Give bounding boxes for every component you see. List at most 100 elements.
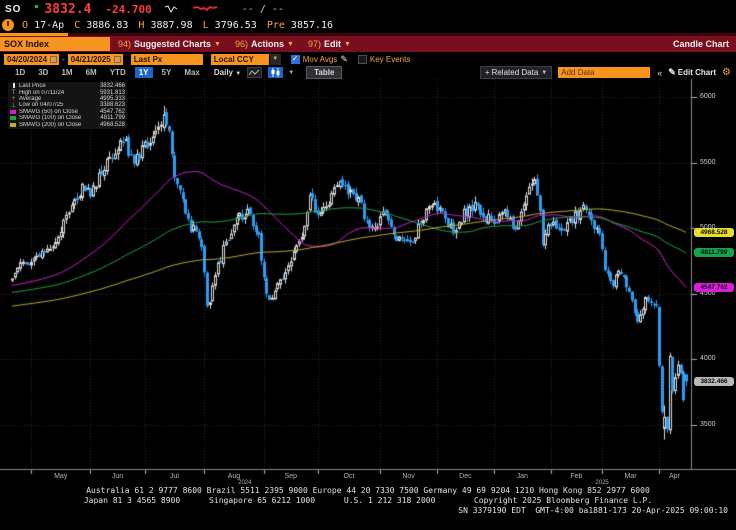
footer-contact-line: Australia 61 2 9777 8600 Brazil 5511 239… xyxy=(0,486,736,495)
period-tabs: 1D 3D 1M 6M YTD 1Y 5Y Max xyxy=(6,67,204,78)
ohlc-item: H 3887.98 xyxy=(138,20,192,31)
last-price: 3832.4 xyxy=(44,2,91,17)
mov-avgs-label: Mov Avgs xyxy=(303,55,338,64)
currency-field[interactable]: Local CCY xyxy=(211,54,269,65)
date-from-value: 04/20/2024 xyxy=(7,54,47,65)
function-menubar: SOX Index 94)Suggested Charts▼ 96)Actions… xyxy=(0,36,736,52)
period-tab-6m[interactable]: 6M xyxy=(82,67,101,78)
security-input[interactable]: SOX Index xyxy=(0,37,110,51)
mini-sparkline-red-icon xyxy=(192,1,218,19)
edit-mov-avgs-icon[interactable]: ✎ xyxy=(340,54,348,65)
ohlc-item: L 3796.53 xyxy=(203,20,257,31)
period-tab-3d[interactable]: 3D xyxy=(34,67,52,78)
key-events-checkbox[interactable] xyxy=(358,55,367,64)
menu-item-actions[interactable]: 96)Actions▼ xyxy=(235,39,294,49)
menu-item-suggested-charts[interactable]: 94)Suggested Charts▼ xyxy=(118,39,221,49)
currency-value: Local CCY xyxy=(214,54,254,65)
ohlc-values: O 17-Ap C 3886.83 H 3887.98 L 3796.53 Pre 38… xyxy=(22,20,343,31)
menu-item-edit[interactable]: 97)Edit▼ xyxy=(308,39,351,49)
y-axis-tick-label: 4000 xyxy=(700,355,716,362)
ticker-row-ohlc: O 17-Ap C 3886.83 H 3887.98 L 3796.53 Pre 38… xyxy=(2,18,343,32)
period-tab-1m[interactable]: 1M xyxy=(57,67,76,78)
price-axis-label: 4547.762 xyxy=(694,283,734,292)
period-tab-1d[interactable]: 1D xyxy=(11,67,29,78)
period-tab-5y[interactable]: 5Y xyxy=(158,67,176,78)
date-to-field[interactable]: 04/21/2025 xyxy=(68,54,123,65)
x-axis-month-label: Dec xyxy=(459,473,471,480)
terminal-footer: Australia 61 2 9777 8600 Brazil 5511 239… xyxy=(0,484,736,530)
frequency-dropdown[interactable]: Daily ▼ xyxy=(214,68,241,77)
footer-copyright-line: Japan 81 3 4565 8900 Singapore 65 6212 1… xyxy=(0,496,736,505)
candle-chart-canvas[interactable] xyxy=(0,79,736,484)
price-axis-label: 4968.528 xyxy=(694,228,734,237)
ohlc-item: C 3886.83 xyxy=(74,20,128,31)
collapse-button[interactable]: « xyxy=(657,68,662,78)
edit-chart-button[interactable]: ✎Edit Chart xyxy=(668,67,716,78)
price-axis-label: 4811.799 xyxy=(694,248,734,257)
plus-icon: + xyxy=(485,68,490,77)
price-axis-label: 3832.466 xyxy=(694,377,734,386)
chart-type-label: Candle Chart xyxy=(673,36,729,52)
add-data-input[interactable] xyxy=(558,67,650,78)
bid-ask-placeholder: -- / -- xyxy=(242,4,284,15)
clock-icon xyxy=(2,19,14,31)
calendar-icon[interactable] xyxy=(50,56,57,63)
x-axis-month-label: Jul xyxy=(170,473,179,480)
line-chart-mode-button[interactable] xyxy=(247,67,262,78)
period-tab-1y[interactable]: 1Y xyxy=(135,67,153,78)
legend-row: SMAVG (100) on Close4811.799 xyxy=(10,115,125,121)
table-button[interactable]: Table xyxy=(306,66,342,79)
frequency-value: Daily xyxy=(214,68,233,77)
x-axis-month-label: Apr xyxy=(669,473,680,480)
ohlc-item: Pre 3857.16 xyxy=(267,20,333,31)
ticker-symbol: SO xyxy=(5,4,21,15)
date-range-dash: - xyxy=(62,55,65,64)
price-change: -24.700 xyxy=(105,3,151,16)
related-data-label: Related Data xyxy=(492,68,539,77)
bloomberg-terminal-window: SO 3832.4 -24.700 -- / -- O 17-Ap C 3886.… xyxy=(0,0,736,530)
market-open-indicator xyxy=(35,5,38,8)
x-axis-month-label: Sep xyxy=(285,473,297,480)
chart-actions: +Related Data▼ « ✎Edit Chart ⚙ xyxy=(480,66,731,79)
x-axis-month-label: May xyxy=(54,473,67,480)
date-from-field[interactable]: 04/20/2024 xyxy=(4,54,59,65)
menu-items: 94)Suggested Charts▼ 96)Actions▼ 97)Edit▼ xyxy=(118,36,365,52)
price-type-field[interactable]: Last Px xyxy=(131,54,203,65)
related-data-button[interactable]: +Related Data▼ xyxy=(480,66,552,79)
chart-mode-dropdown[interactable]: ▼ xyxy=(288,70,294,76)
pencil-icon: ✎ xyxy=(668,67,676,78)
date-to-value: 04/21/2025 xyxy=(71,54,111,65)
edit-chart-label: Edit Chart xyxy=(678,68,716,77)
ticker-panel: SO 3832.4 -24.700 -- / -- O 17-Ap C 3886.… xyxy=(0,0,736,33)
x-axis-month-label: Mar xyxy=(624,473,636,480)
legend-row: SMAVG (200) on Close4968.528 xyxy=(10,121,125,127)
period-tab-ytd[interactable]: YTD xyxy=(106,67,130,78)
period-tab-max[interactable]: Max xyxy=(180,67,204,78)
currency-dropdown-button[interactable]: ▼ xyxy=(270,54,281,65)
mini-sparkline-white-icon xyxy=(164,1,180,19)
x-axis-month-label: Jun xyxy=(112,473,123,480)
ticker-row-price: SO 3832.4 -24.700 -- / -- xyxy=(5,2,284,17)
chart-settings-toolbar: 04/20/2024 - 04/21/2025 Last Px Local CC… xyxy=(0,53,736,66)
key-events-label: Key Events xyxy=(370,55,410,64)
y-axis-tick-label: 6000 xyxy=(700,93,716,100)
gear-icon[interactable]: ⚙ xyxy=(722,67,731,78)
x-axis-month-label: Feb xyxy=(570,473,582,480)
y-axis-tick-label: 3500 xyxy=(700,421,716,428)
chart-legend: Last Price3832.466THigh on 07/11/245931.… xyxy=(8,82,127,129)
y-axis-tick-label: 5500 xyxy=(700,159,716,166)
x-axis-month-label: Oct xyxy=(344,473,355,480)
candle-chart-mode-button[interactable] xyxy=(268,67,283,78)
legend-row: +Average4995.333 xyxy=(10,96,125,102)
calendar-icon[interactable] xyxy=(114,56,121,63)
legend-row: THigh on 07/11/245931.813 xyxy=(10,89,125,95)
footer-session-line: SN 3379190 EDT GMT-4:00 ba1881-173 20-Ap… xyxy=(0,506,728,515)
mov-avgs-checkbox[interactable] xyxy=(291,55,300,64)
legend-row: SMAVG (50) on Close4547.762 xyxy=(10,109,125,115)
x-axis-month-label: Nov xyxy=(402,473,414,480)
ohlc-item: O 17-Ap xyxy=(22,20,64,31)
price-type-value: Last Px xyxy=(134,54,162,65)
x-axis-month-label: Jan xyxy=(517,473,528,480)
candle-chart-icon xyxy=(270,68,281,77)
chart-region: Last Price3832.466THigh on 07/11/245931.… xyxy=(0,79,736,484)
